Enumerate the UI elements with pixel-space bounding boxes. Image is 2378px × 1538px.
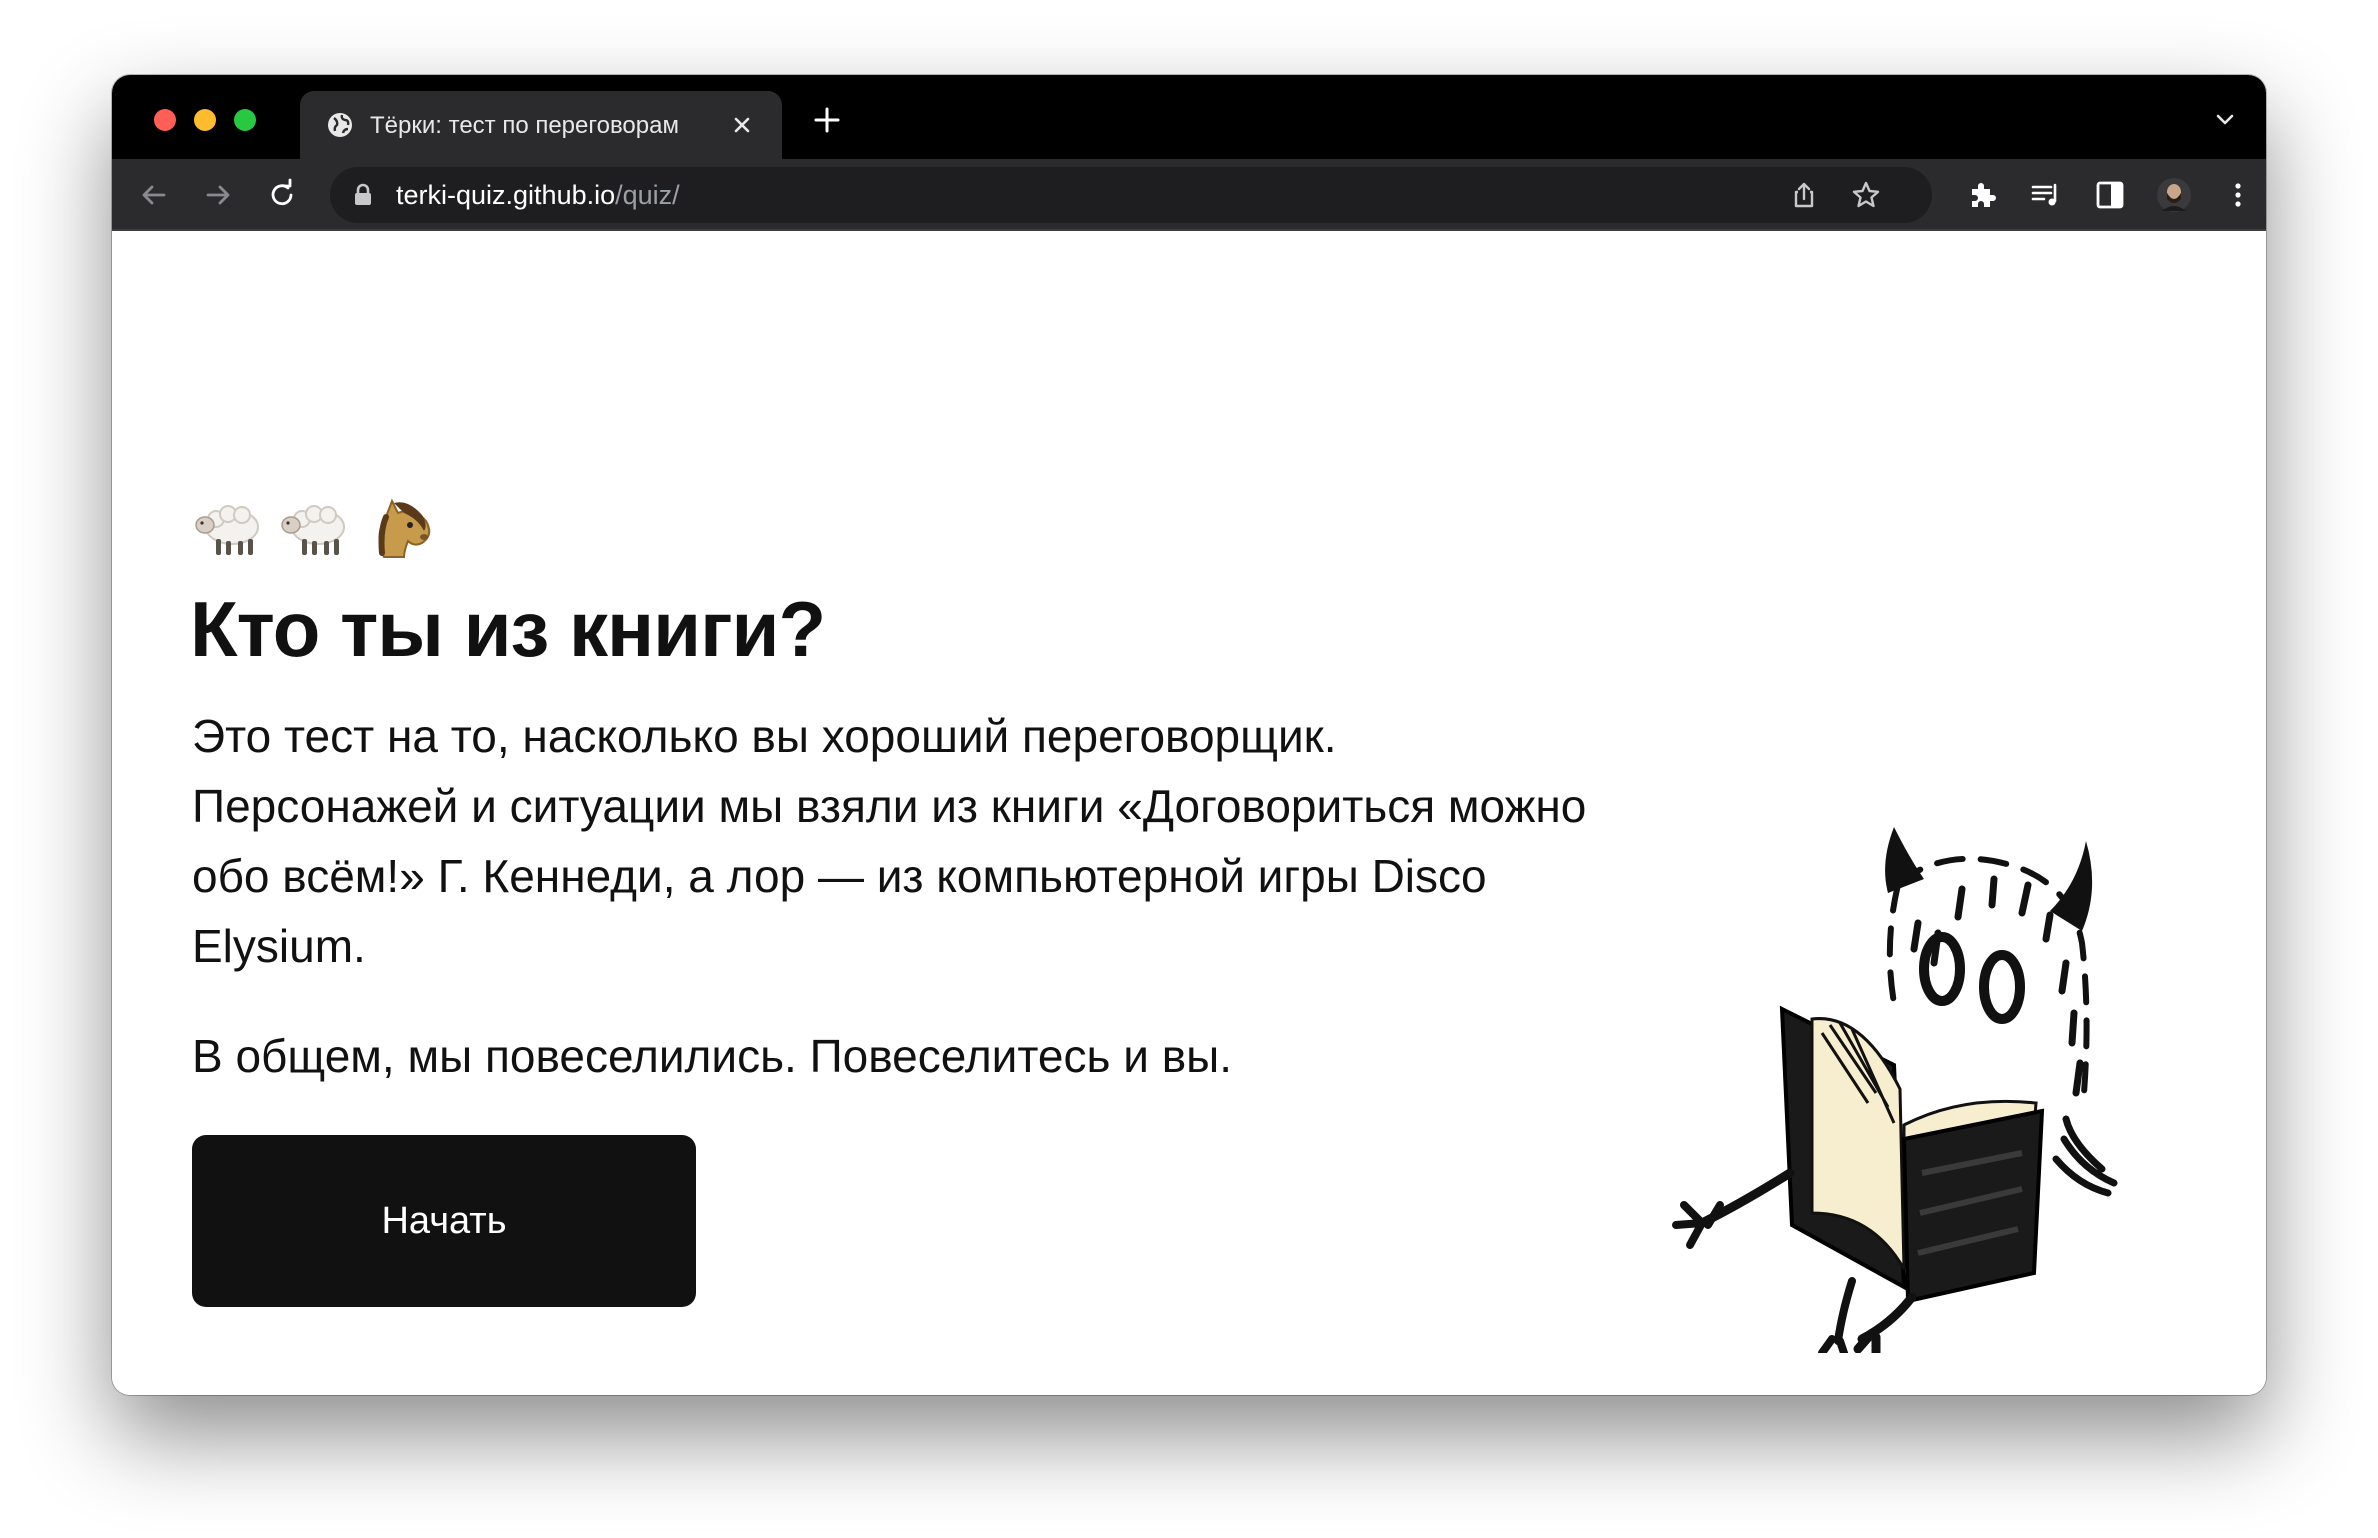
start-button[interactable]: Начать: [192, 1135, 696, 1307]
reload-icon[interactable]: [264, 177, 300, 213]
media-queue-icon[interactable]: [2028, 177, 2064, 213]
chevron-down-icon[interactable]: [2212, 107, 2238, 133]
tab-active[interactable]: Тёрки: тест по переговорам: [300, 91, 782, 159]
tab-title: Тёрки: тест по переговорам: [370, 112, 679, 139]
bookmark-star-icon[interactable]: [1850, 179, 1882, 211]
maximize-window-button[interactable]: [234, 109, 256, 131]
browser-window: Тёрки: тест по переговорам terki-quiz.gi…: [112, 75, 2266, 1395]
sheep-icon: [281, 505, 345, 555]
url-path: /quiz/: [615, 180, 680, 210]
close-icon[interactable]: [728, 111, 756, 139]
extensions-puzzle-icon[interactable]: [1964, 177, 2000, 213]
more-menu-icon[interactable]: [2220, 177, 2256, 213]
page-title: Кто ты из книги?: [190, 585, 826, 673]
share-icon[interactable]: [1788, 179, 1820, 211]
close-window-button[interactable]: [154, 109, 176, 131]
page-content: Кто ты из книги? Это тест на то, насколь…: [112, 233, 2266, 1395]
sheep-icon: [195, 505, 259, 555]
profile-avatar[interactable]: [2156, 177, 2192, 213]
globe-icon: [328, 113, 352, 137]
side-panel-icon[interactable]: [2092, 177, 2128, 213]
new-tab-icon[interactable]: [812, 105, 842, 135]
intro-paragraph: Это тест на то, насколько вы хороший пер…: [192, 710, 1587, 972]
outro-paragraph: В общем, мы повеселились. Повеселитесь и…: [192, 1030, 1232, 1082]
emoji-row: [192, 488, 438, 568]
forward-arrow-icon[interactable]: [200, 177, 236, 213]
horse-icon: [378, 498, 431, 558]
url-host: terki-quiz.github.io: [396, 180, 616, 210]
minimize-window-button[interactable]: [194, 109, 216, 131]
address-bar[interactable]: terki-quiz.github.io/quiz/: [330, 167, 1932, 223]
tab-strip: Тёрки: тест по переговорам: [112, 75, 2266, 159]
lock-icon[interactable]: [352, 183, 374, 207]
url-text[interactable]: terki-quiz.github.io/quiz/: [396, 179, 680, 211]
toolbar: terki-quiz.github.io/quiz/: [112, 159, 2266, 231]
monster-reading-book-illustration: [1672, 827, 2118, 1353]
back-arrow-icon[interactable]: [136, 177, 172, 213]
